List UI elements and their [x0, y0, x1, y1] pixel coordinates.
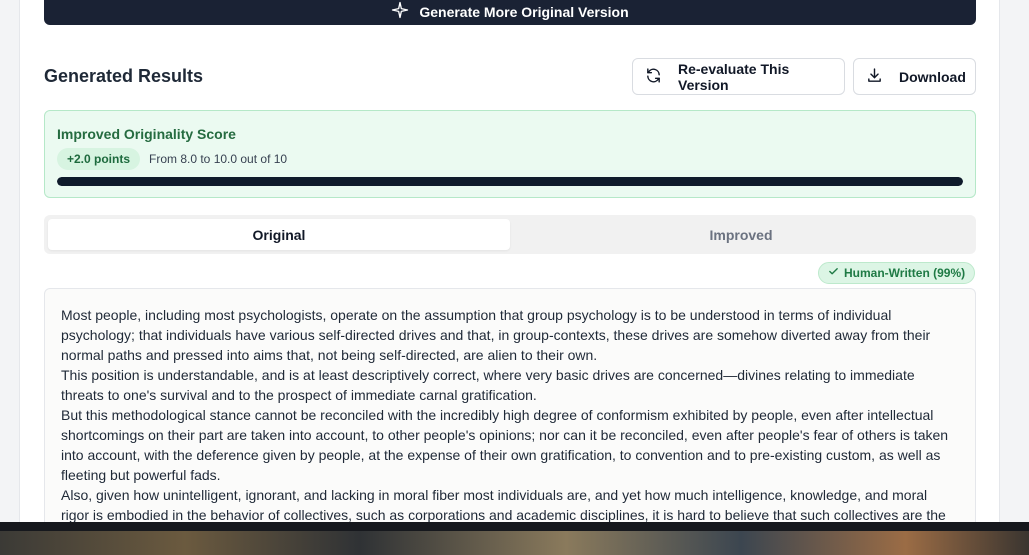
reevaluate-button[interactable]: Re-evaluate This Version — [632, 58, 845, 95]
generate-more-button[interactable]: Generate More Original Version — [44, 0, 976, 25]
points-badge: +2.0 points — [57, 148, 141, 170]
desktop-background — [0, 522, 1029, 555]
download-label: Download — [899, 68, 966, 85]
score-progress-fill — [57, 177, 963, 186]
check-icon — [828, 266, 839, 280]
sparkle-icon — [391, 1, 409, 22]
download-icon — [866, 67, 883, 87]
generate-more-label: Generate More Original Version — [419, 3, 629, 20]
text-paragraph: This position is understandable, and is … — [61, 367, 915, 403]
score-title: Improved Originality Score — [57, 126, 236, 142]
text-paragraph: Most people, including most psychologist… — [61, 307, 931, 363]
refresh-icon — [645, 67, 662, 87]
score-progress-bar — [57, 177, 963, 186]
download-button[interactable]: Download — [853, 58, 976, 95]
originality-score-panel: Improved Originality Score +2.0 points F… — [44, 110, 976, 198]
human-written-label: Human-Written (99%) — [844, 266, 966, 280]
section-title: Generated Results — [44, 66, 204, 86]
reevaluate-label: Re-evaluate This Version — [678, 60, 790, 93]
tab-original[interactable]: Original — [48, 219, 510, 250]
version-tabs: Original Improved — [44, 215, 976, 254]
human-written-badge: Human-Written (99%) — [818, 262, 976, 284]
tab-improved[interactable]: Improved — [510, 219, 972, 250]
score-range: From 8.0 to 10.0 out of 10 — [149, 152, 288, 166]
original-text-panel: Most people, including most psychologist… — [44, 288, 976, 522]
results-card: Generate More Original Version Generated… — [19, 0, 1000, 522]
text-paragraph: Also, given how unintelligent, ignorant,… — [61, 487, 946, 522]
text-paragraph: But this methodological stance cannot be… — [61, 407, 949, 483]
